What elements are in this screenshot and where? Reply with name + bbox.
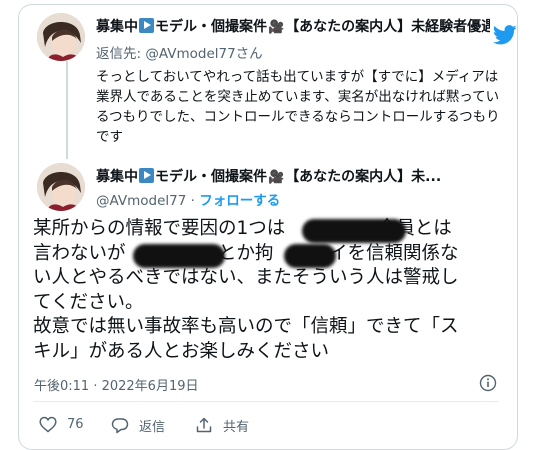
info-icon[interactable] (479, 374, 497, 392)
play-button-emoji (139, 18, 154, 33)
reply-prefix: 返信先: (96, 46, 142, 62)
heart-icon (39, 416, 57, 433)
like-button[interactable]: 76 (39, 416, 84, 433)
reply-icon (111, 418, 129, 434)
reply-to-line: 返信先: @AVmodel77さん (96, 42, 263, 62)
play-button-emoji (139, 168, 154, 183)
reply-display-name[interactable]: 募集中 モデル・個撮案件🎥【あなたの案内人】未経験者優遇 (96, 16, 490, 36)
display-name-part: モデル・個撮案件 (155, 19, 267, 35)
movie-camera-emoji: 🎥 (268, 20, 285, 35)
embedded-tweet-card: 募集中 モデル・個撮案件🎥【あなたの案内人】未経験者優遇 返信先: @AVmode… (18, 4, 518, 450)
redaction-mark (284, 244, 336, 268)
separator-dot: · (190, 193, 195, 209)
display-name-part: 募集中 (96, 169, 138, 185)
display-name-part: 募集中 (96, 19, 138, 35)
divider (33, 401, 499, 402)
reply-button[interactable]: 返信 (111, 416, 165, 435)
movie-camera-emoji: 🎥 (268, 170, 285, 185)
share-label: 共有 (223, 420, 250, 435)
tweet-timestamp[interactable]: 午後0:11 · 2022年6月19日 (34, 375, 199, 394)
user-handle[interactable]: @AVmodel77 (96, 193, 186, 209)
handle-line: @AVmodel77 · フォローする (96, 189, 280, 209)
display-name-part: 【あなたの案内人】未経験者優遇 (285, 19, 490, 35)
avatar[interactable] (37, 163, 85, 211)
reply-label: 返信 (139, 420, 166, 435)
redaction-mark (302, 219, 406, 243)
twitter-bird-icon[interactable] (493, 25, 517, 45)
thread-connector (66, 61, 68, 159)
display-name-part: 【あなたの案内人】未... (285, 169, 442, 185)
follow-button[interactable]: フォローする (199, 193, 280, 209)
share-icon (196, 417, 212, 433)
main-display-name[interactable]: 募集中 モデル・個撮案件🎥【あなたの案内人】未... (96, 166, 492, 186)
reply-to-handle[interactable]: @AVmodel77さん (145, 46, 262, 62)
avatar[interactable] (37, 13, 85, 61)
share-button[interactable]: 共有 (195, 416, 249, 435)
reply-tweet-text: そっとしておいてやれって話も出ていますが【すでに】メディアは業界人であることを突… (96, 69, 500, 145)
redaction-mark (133, 244, 225, 268)
like-count: 76 (67, 417, 84, 432)
main-tweet-text: 某所からの情報で要因の1つは 全員とは 言わないが とか拘 イを信頼関係な い人… (33, 218, 459, 362)
display-name-part: モデル・個撮案件 (155, 169, 267, 185)
